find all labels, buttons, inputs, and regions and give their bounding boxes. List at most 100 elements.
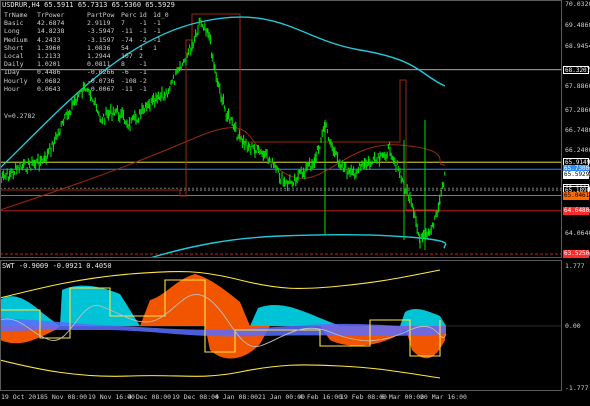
table-cell: IDay — [4, 68, 20, 77]
table-cell: -2 — [139, 76, 147, 85]
table-row: Hourly 0.0682 -0.0736 -108 -2 — [4, 77, 165, 85]
table-cell: Hourly — [4, 76, 28, 85]
table-cell: -1 — [139, 68, 147, 77]
price-scale-label: 66.2400 — [565, 145, 590, 154]
price-scale-label: 66.7480 — [565, 126, 590, 135]
table-cell: Basic — [4, 19, 24, 28]
table-cell: -1 — [153, 19, 161, 28]
price-scale-label: 64.0640 — [565, 229, 590, 238]
table-cell: Long — [4, 27, 20, 36]
time-axis-label: 21 Jan 00:00 — [258, 393, 305, 401]
table-row: Local 1.2133 1.2944 107 2 — [4, 52, 165, 60]
table-cell: -3.5947 — [87, 27, 115, 36]
table-cell: -2 — [139, 35, 147, 44]
table-cell: 0.0682 — [37, 76, 61, 85]
price-scale-label: 67.2860 — [565, 105, 590, 114]
table-cell: 42.6874 — [37, 19, 65, 28]
table-cell: 2.9119 — [87, 19, 111, 28]
table-cell: 7 — [121, 19, 125, 28]
table-cell: 4.2433 — [37, 35, 61, 44]
table-cell: 0.4486 — [37, 68, 61, 77]
time-axis-label: 19 Oct 2018 — [1, 393, 45, 401]
price-level-tag: 63.5250 — [563, 250, 590, 258]
time-axis[interactable]: 19 Oct 2018 5 Nov 08:00 19 Nov 16:00 4 Dec … — [0, 392, 562, 406]
table-cell: 1.0836 — [87, 43, 111, 52]
table-cell: Short — [4, 43, 24, 52]
table-cell: PartPow — [87, 11, 115, 19]
trend-power-table: TrName TrPower PartPow Perc 1d 1d_0 Basic 42.68… — [4, 11, 169, 93]
table-cell: -3.1597 — [87, 35, 115, 44]
table-cell: 2 — [139, 52, 143, 61]
time-axis-label: 6 Mar 00:00 — [381, 393, 425, 401]
table-cell: -74 — [121, 35, 133, 44]
table-cell: 1 — [153, 43, 157, 52]
table-row: Medium 4.2433 -3.1597 -74 -2 -1 — [4, 36, 165, 44]
table-row: Hour 0.0643 -0.0067 -11 -1 — [4, 85, 165, 93]
price-level-tag: 65.5929 — [563, 170, 590, 179]
time-axis-label: 20 Mar 16:00 — [420, 393, 467, 401]
table-row: IDay 0.4486 -0.0266 -6 -1 — [4, 68, 165, 76]
table-cell: 1.0201 — [37, 60, 61, 69]
table-row: Daily 1.0201 0.0811 8 -1 — [4, 60, 165, 68]
price-level-tag: 68.3207 — [563, 65, 590, 74]
table-cell: 14.8238 — [37, 27, 65, 36]
time-axis-label: 19 Feb 08:00 — [340, 393, 387, 401]
time-axis-label: 4 Jan 08:00 — [215, 393, 259, 401]
table-row: Basic 42.6874 2.9119 7 -1 -1 — [4, 19, 165, 27]
time-axis-label: 4 Dec 08:00 — [128, 393, 172, 401]
volatility-readout: V=0.2782 — [4, 112, 36, 120]
table-cell: -1 — [139, 84, 147, 93]
table-cell: -11 — [121, 84, 133, 93]
table-cell: 0.0643 — [37, 84, 61, 93]
table-cell: 107 — [121, 52, 133, 61]
table-cell: -1 — [153, 35, 161, 44]
table-cell: 1.2133 — [37, 52, 61, 61]
price-level-tag: 65.0461 — [563, 191, 590, 200]
time-axis-label: 19 Dec 08:00 — [172, 393, 219, 401]
table-cell: -108 — [121, 76, 137, 85]
table-cell: Perc — [121, 11, 137, 19]
table-cell: -0.0266 — [87, 68, 115, 77]
table-cell — [153, 52, 165, 60]
table-header-row: TrName TrPower PartPow Perc 1d 1d_0 — [4, 11, 169, 19]
price-level-tag: 64.6480 — [563, 206, 590, 215]
sub-pane-border — [0, 260, 562, 391]
table-cell: Hour — [4, 84, 20, 93]
price-scale[interactable]: 70.0320 69.4860 68.9454 68.3207 67.8860 67.28… — [563, 0, 590, 258]
table-cell: -1 — [139, 19, 147, 28]
swt-scale-label: -1.777 — [565, 384, 589, 392]
table-cell: -11 — [121, 27, 133, 36]
price-scale-label: 68.9454 — [565, 41, 590, 50]
table-cell: -1 — [139, 60, 147, 69]
table-cell: TrName — [4, 11, 28, 19]
time-axis-label: 4 Feb 16:00 — [299, 393, 343, 401]
table-cell: -0.0067 — [87, 84, 115, 93]
table-cell: 1d_0 — [153, 11, 169, 19]
table-cell: Medium — [4, 35, 28, 44]
table-cell: -1 — [153, 27, 161, 36]
symbol-info: USDRUR,H4 65.5911 65.7313 65.5360 65.592… — [2, 1, 175, 9]
table-cell: Local — [4, 52, 24, 61]
table-cell: 54 — [121, 43, 129, 52]
table-cell: -1 — [139, 27, 147, 36]
price-scale-label: 67.8860 — [565, 82, 590, 91]
table-cell — [153, 77, 165, 85]
table-cell — [153, 85, 165, 93]
table-row: Short 1.3960 1.0836 54 1 1 — [4, 44, 165, 52]
table-cell: Daily — [4, 60, 24, 69]
swt-scale-label: 0.00 — [565, 322, 581, 330]
table-cell: 1.2944 — [87, 52, 111, 61]
price-scale-label: 70.0320 — [565, 0, 590, 8]
table-cell: -0.0736 — [87, 76, 115, 85]
table-cell: 1 — [139, 43, 143, 52]
table-cell — [153, 60, 165, 68]
table-cell: 0.0811 — [87, 60, 111, 69]
table-cell — [153, 68, 165, 76]
table-row: Long 14.8238 -3.5947 -11 -1 -1 — [4, 27, 165, 35]
table-cell: -6 — [121, 68, 129, 77]
swt-scale[interactable]: 1.777 0.00 -1.777 — [563, 260, 590, 392]
time-axis-label: 5 Nov 08:00 — [44, 393, 88, 401]
table-cell: 1.3960 — [37, 43, 61, 52]
table-cell: 1d — [139, 11, 147, 19]
swt-indicator-label: SWT -0.9009 -0.0921 0.4050 — [2, 262, 112, 270]
